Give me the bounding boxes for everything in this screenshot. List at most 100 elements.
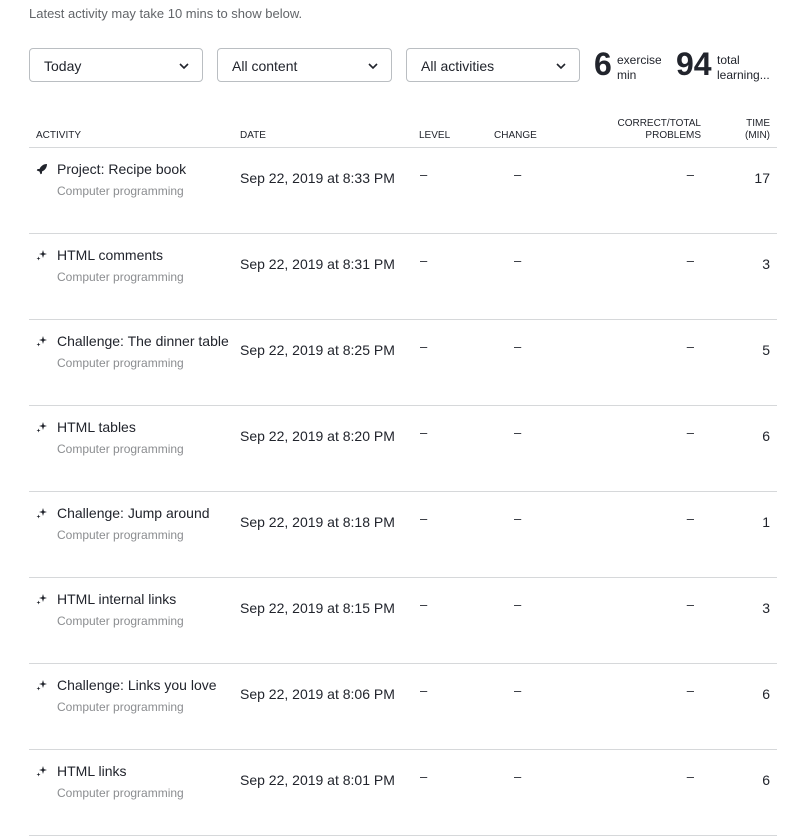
activity-time: 6 xyxy=(701,749,777,836)
activity-correct-total: – xyxy=(594,319,701,406)
sparkle-icon xyxy=(36,764,48,777)
activity-cell: HTML links Computer programming xyxy=(29,749,240,836)
table-row[interactable]: HTML links Computer programming Sep 22, 20… xyxy=(29,749,777,836)
activity-correct-total: – xyxy=(594,147,701,234)
activity-title[interactable]: HTML internal links xyxy=(57,591,176,607)
column-time-line2: (MIN) xyxy=(745,130,770,141)
activity-subject: Computer programming xyxy=(57,614,184,628)
exercise-minutes-label-2: min xyxy=(617,68,637,82)
sparkle-icon xyxy=(36,678,48,691)
activity-time: 3 xyxy=(701,577,777,664)
activity-title[interactable]: Challenge: Links you love xyxy=(57,677,217,693)
column-time: TIME (MIN) xyxy=(701,104,777,148)
activity-cell: Challenge: The dinner table Computer prog… xyxy=(29,319,240,406)
activity-correct-total: – xyxy=(594,405,701,492)
activity-date: Sep 22, 2019 at 8:20 PM xyxy=(240,405,419,492)
activity-correct-total: – xyxy=(594,577,701,664)
activity-subject: Computer programming xyxy=(57,700,184,714)
date-filter-value: Today xyxy=(44,58,82,74)
column-activity: ACTIVITY xyxy=(29,104,240,148)
activities-filter-select[interactable]: All activities xyxy=(406,48,580,82)
sparkle-icon xyxy=(36,248,48,261)
activity-subject: Computer programming xyxy=(57,356,184,370)
column-correct-line1: CORRECT/TOTAL xyxy=(617,118,701,129)
activity-date: Sep 22, 2019 at 8:25 PM xyxy=(240,319,419,406)
activity-title[interactable]: Project: Recipe book xyxy=(57,161,186,177)
table-row[interactable]: HTML internal links Computer programming S… xyxy=(29,577,777,664)
activity-change: – xyxy=(494,663,594,750)
activity-change: – xyxy=(494,319,594,406)
content-filter-select[interactable]: All content xyxy=(217,48,392,82)
activity-cell: Challenge: Jump around Computer programmi… xyxy=(29,491,240,578)
column-correct-total: CORRECT/TOTAL PROBLEMS xyxy=(594,104,701,148)
activity-time: 17 xyxy=(701,147,777,234)
activity-change: – xyxy=(494,577,594,664)
activity-correct-total: – xyxy=(594,749,701,836)
column-time-line1: TIME xyxy=(746,118,770,129)
column-level: LEVEL xyxy=(419,104,494,148)
column-date: DATE xyxy=(240,104,419,148)
chevron-down-icon xyxy=(556,63,566,70)
table-row[interactable]: HTML comments Computer programming Sep 22,… xyxy=(29,233,777,320)
activity-change: – xyxy=(494,147,594,234)
date-filter-select[interactable]: Today xyxy=(29,48,203,82)
exercise-minutes-value: 6 xyxy=(594,46,612,82)
table-row[interactable]: HTML tables Computer programming Sep 22, 2… xyxy=(29,405,777,492)
activity-time: 5 xyxy=(701,319,777,406)
activity-level: – xyxy=(419,233,494,320)
column-correct-line2: PROBLEMS xyxy=(645,130,701,141)
activity-level: – xyxy=(419,405,494,492)
activity-cell: HTML comments Computer programming xyxy=(29,233,240,320)
table-row[interactable]: Challenge: Links you love Computer progra… xyxy=(29,663,777,750)
activity-change: – xyxy=(494,233,594,320)
activity-cell: HTML tables Computer programming xyxy=(29,405,240,492)
activity-subject: Computer programming xyxy=(57,184,184,198)
activity-cell: HTML internal links Computer programming xyxy=(29,577,240,664)
total-learning-label-2: learning... xyxy=(717,68,770,82)
rocket-icon xyxy=(36,162,48,175)
total-learning-label-1: total xyxy=(717,53,740,67)
activity-cell: Project: Recipe book Computer programming xyxy=(29,147,240,234)
activity-correct-total: – xyxy=(594,663,701,750)
activity-title[interactable]: HTML comments xyxy=(57,247,163,263)
activity-level: – xyxy=(419,663,494,750)
activity-cell: Challenge: Links you love Computer progra… xyxy=(29,663,240,750)
table-row[interactable]: Project: Recipe book Computer programming… xyxy=(29,147,777,234)
chevron-down-icon xyxy=(179,63,189,70)
exercise-minutes-label-1: exercise xyxy=(617,53,661,67)
activity-level: – xyxy=(419,491,494,578)
activity-time: 1 xyxy=(701,491,777,578)
activity-date: Sep 22, 2019 at 8:06 PM xyxy=(240,663,419,750)
activity-change: – xyxy=(494,749,594,836)
activity-correct-total: – xyxy=(594,491,701,578)
sparkle-icon xyxy=(36,420,48,433)
activity-level: – xyxy=(419,749,494,836)
activity-title[interactable]: HTML links xyxy=(57,763,127,779)
sparkle-icon xyxy=(36,506,48,519)
activity-table: ACTIVITY DATE LEVEL CHANGE CORRECT/TOTAL… xyxy=(29,104,777,836)
activity-level: – xyxy=(419,319,494,406)
chevron-down-icon xyxy=(368,63,378,70)
activity-subject: Computer programming xyxy=(57,442,184,456)
total-learning-value: 94 xyxy=(676,46,712,82)
activity-time: 3 xyxy=(701,233,777,320)
activities-filter-value: All activities xyxy=(421,58,495,74)
sparkle-icon xyxy=(36,334,48,347)
activity-change: – xyxy=(494,405,594,492)
activity-subject: Computer programming xyxy=(57,270,184,284)
table-row[interactable]: Challenge: The dinner table Computer prog… xyxy=(29,319,777,406)
activity-title[interactable]: HTML tables xyxy=(57,419,136,435)
table-row[interactable]: Challenge: Jump around Computer programmi… xyxy=(29,491,777,578)
activity-subject: Computer programming xyxy=(57,786,184,800)
activity-time: 6 xyxy=(701,663,777,750)
activity-title[interactable]: Challenge: Jump around xyxy=(57,505,210,521)
activity-date: Sep 22, 2019 at 8:01 PM xyxy=(240,749,419,836)
activity-subject: Computer programming xyxy=(57,528,184,542)
activity-date: Sep 22, 2019 at 8:18 PM xyxy=(240,491,419,578)
activity-date: Sep 22, 2019 at 8:33 PM xyxy=(240,147,419,234)
activity-date: Sep 22, 2019 at 8:15 PM xyxy=(240,577,419,664)
activity-time: 6 xyxy=(701,405,777,492)
activity-delay-notice: Latest activity may take 10 mins to show… xyxy=(29,6,303,21)
table-header-row: ACTIVITY DATE LEVEL CHANGE CORRECT/TOTAL… xyxy=(29,104,777,148)
activity-title[interactable]: Challenge: The dinner table xyxy=(57,333,229,349)
